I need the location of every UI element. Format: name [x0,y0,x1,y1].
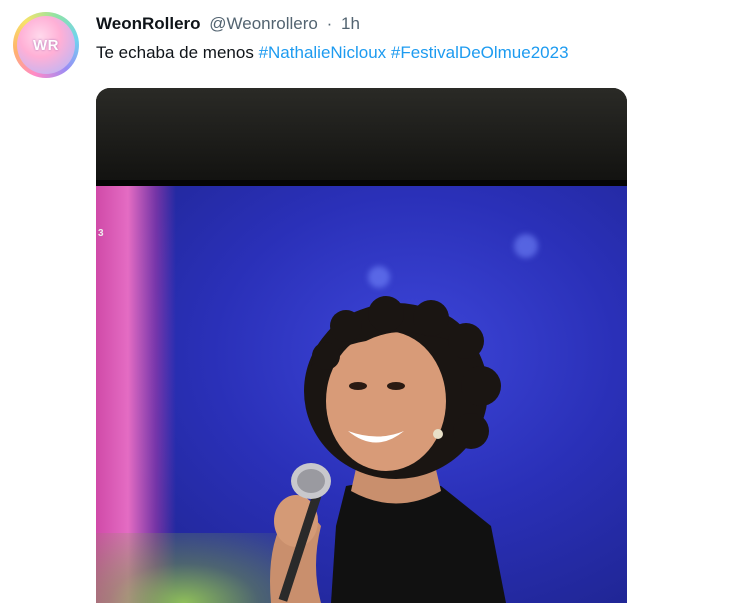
tweet: WR WeonRollero @Weonrollero · 1h Te echa… [0,0,740,603]
tv-bezel [96,88,627,183]
separator-dot: · [326,14,333,33]
tweet-media-image[interactable]: 3 [96,88,627,603]
hashtag-festivaldeolmue2023[interactable]: #FestivalDeOlmue2023 [391,43,569,62]
avatar-logo-text: WR [33,36,59,54]
user-handle[interactable]: @Weonrollero [209,14,318,33]
tweet-header: WeonRollero @Weonrollero · 1h [96,13,360,35]
avatar-image: WR [17,16,75,74]
tv-screen: 3 [96,186,627,603]
tweet-text: Te echaba de menos #NathalieNicloux #Fes… [96,42,569,64]
hashtag-nathalienicloux[interactable]: #NathalieNicloux [259,43,387,62]
tweet-body-text: Te echaba de menos [96,43,254,62]
tweet-timestamp[interactable]: 1h [341,14,360,33]
display-name[interactable]: WeonRollero [96,14,201,33]
performer-illustration [270,296,506,603]
avatar[interactable]: WR [13,12,79,78]
